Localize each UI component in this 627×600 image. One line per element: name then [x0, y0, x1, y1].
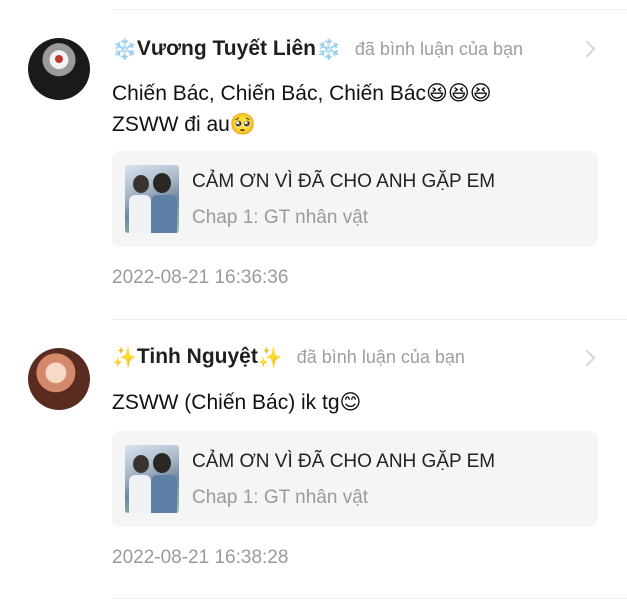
- sparkles-icon: ✨: [257, 345, 283, 369]
- chapter-name: Chap 1: GT nhân vật: [192, 207, 369, 228]
- username[interactable]: Vương Tuyết Liên: [137, 37, 316, 61]
- story-cover-image: [125, 165, 179, 233]
- comment-text: ZSWW (Chiến Bác) ik tg😊: [112, 387, 582, 418]
- avatar-accent: [55, 55, 63, 64]
- comment-text-line: Chiến Bác, Chiến Bác, Chiến Bác😆😆😆: [112, 82, 492, 105]
- action-text: đã bình luận của bạn: [296, 346, 465, 367]
- story-title: CẢM ƠN VÌ ĐÃ CHO ANH GẶP EM: [192, 171, 496, 192]
- sparkles-icon: ✨: [112, 345, 137, 369]
- bottom-divider: [112, 598, 627, 599]
- story-title: CẢM ƠN VÌ ĐÃ CHO ANH GẶP EM: [192, 451, 496, 472]
- comment-header: ✨ Tinh Nguyệt ✨ đã bình luận của bạn: [112, 343, 587, 371]
- avatar[interactable]: [28, 348, 90, 410]
- avatar[interactable]: [28, 38, 90, 100]
- action-text: đã bình luận của bạn: [354, 38, 524, 59]
- top-divider: [112, 9, 627, 10]
- divider: [112, 319, 627, 320]
- username[interactable]: Tinh Nguyệt: [137, 345, 258, 369]
- timestamp: 2022-08-21 16:36:36: [112, 267, 289, 288]
- story-card[interactable]: CẢM ƠN VÌ ĐÃ CHO ANH GẶP EM Chap 1: GT n…: [112, 151, 598, 247]
- timestamp: 2022-08-21 16:38:28: [112, 547, 289, 568]
- comment-text-line: ZSWW (Chiến Bác) ik tg😊: [112, 391, 362, 414]
- comment-header: ❄️ Vương Tuyết Liên ❄️ đã bình luận của …: [112, 35, 587, 63]
- story-cover-image: [125, 445, 179, 513]
- story-card[interactable]: CẢM ƠN VÌ ĐÃ CHO ANH GẶP EM Chap 1: GT n…: [112, 431, 598, 527]
- snowflake-icon: ❄️: [112, 37, 137, 61]
- chapter-name: Chap 1: GT nhân vật: [192, 487, 369, 508]
- comment-text: Chiến Bác, Chiến Bác, Chiến Bác😆😆😆 ZSWW …: [112, 78, 582, 140]
- snowflake-icon: ❄️: [316, 37, 341, 61]
- comment-text-line: ZSWW đi au🥺: [112, 113, 256, 136]
